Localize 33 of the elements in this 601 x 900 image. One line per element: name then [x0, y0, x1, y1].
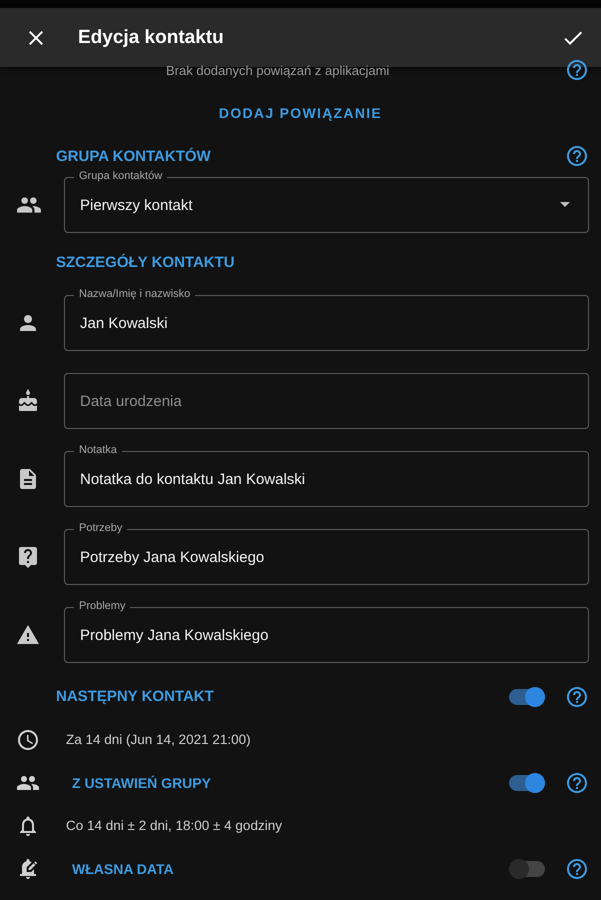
add-link-button[interactable]: DODAJ POWIĄZANIE [208, 97, 392, 129]
window-title: Edycja kontaktu [78, 26, 225, 48]
help-icon [565, 58, 589, 82]
help-button[interactable] [565, 58, 589, 82]
section-title: GRUPA KONTAKTÓW [56, 148, 211, 164]
help-icon [565, 856, 589, 880]
field-label: Grupa kontaktów [74, 170, 168, 183]
help-button[interactable] [565, 684, 589, 708]
info-text: Za 14 dni (Jun 14, 2021 21:00) [66, 732, 252, 747]
caret-icon [560, 202, 570, 207]
help-icon [565, 684, 589, 708]
section-title: SZCZEGÓŁY KONTAKTU [56, 254, 235, 270]
field-label: Problemy [74, 600, 130, 613]
help-icon [565, 770, 589, 794]
field-label: Potrzeby [74, 522, 128, 535]
info-text: Co 14 dni ± 2 dni, 18:00 ± 4 godziny [66, 818, 283, 833]
toggle-switch[interactable] [509, 774, 545, 790]
option-label: WŁASNA DATA [72, 860, 175, 876]
toggle-switch[interactable] [509, 688, 545, 704]
help-button[interactable] [565, 770, 589, 794]
warning-icon [16, 623, 40, 647]
empty-text: Brak dodanych powiązań z aplikacjami [166, 62, 390, 78]
input-field[interactable]: Data urodzenia [64, 373, 589, 429]
toggle-switch[interactable] [509, 860, 545, 876]
help-button[interactable] [565, 856, 589, 880]
help-button[interactable] [565, 144, 589, 168]
option-label: Z USTAWIEŃ GRUPY [72, 774, 212, 790]
section-title: NASTĘPNY KONTAKT [56, 688, 215, 705]
question-icon [16, 545, 40, 569]
clock-icon [16, 728, 40, 752]
help-icon [565, 144, 589, 168]
field-label: Nazwa/Imię i nazwisko [74, 288, 196, 301]
cake-icon [16, 389, 40, 413]
